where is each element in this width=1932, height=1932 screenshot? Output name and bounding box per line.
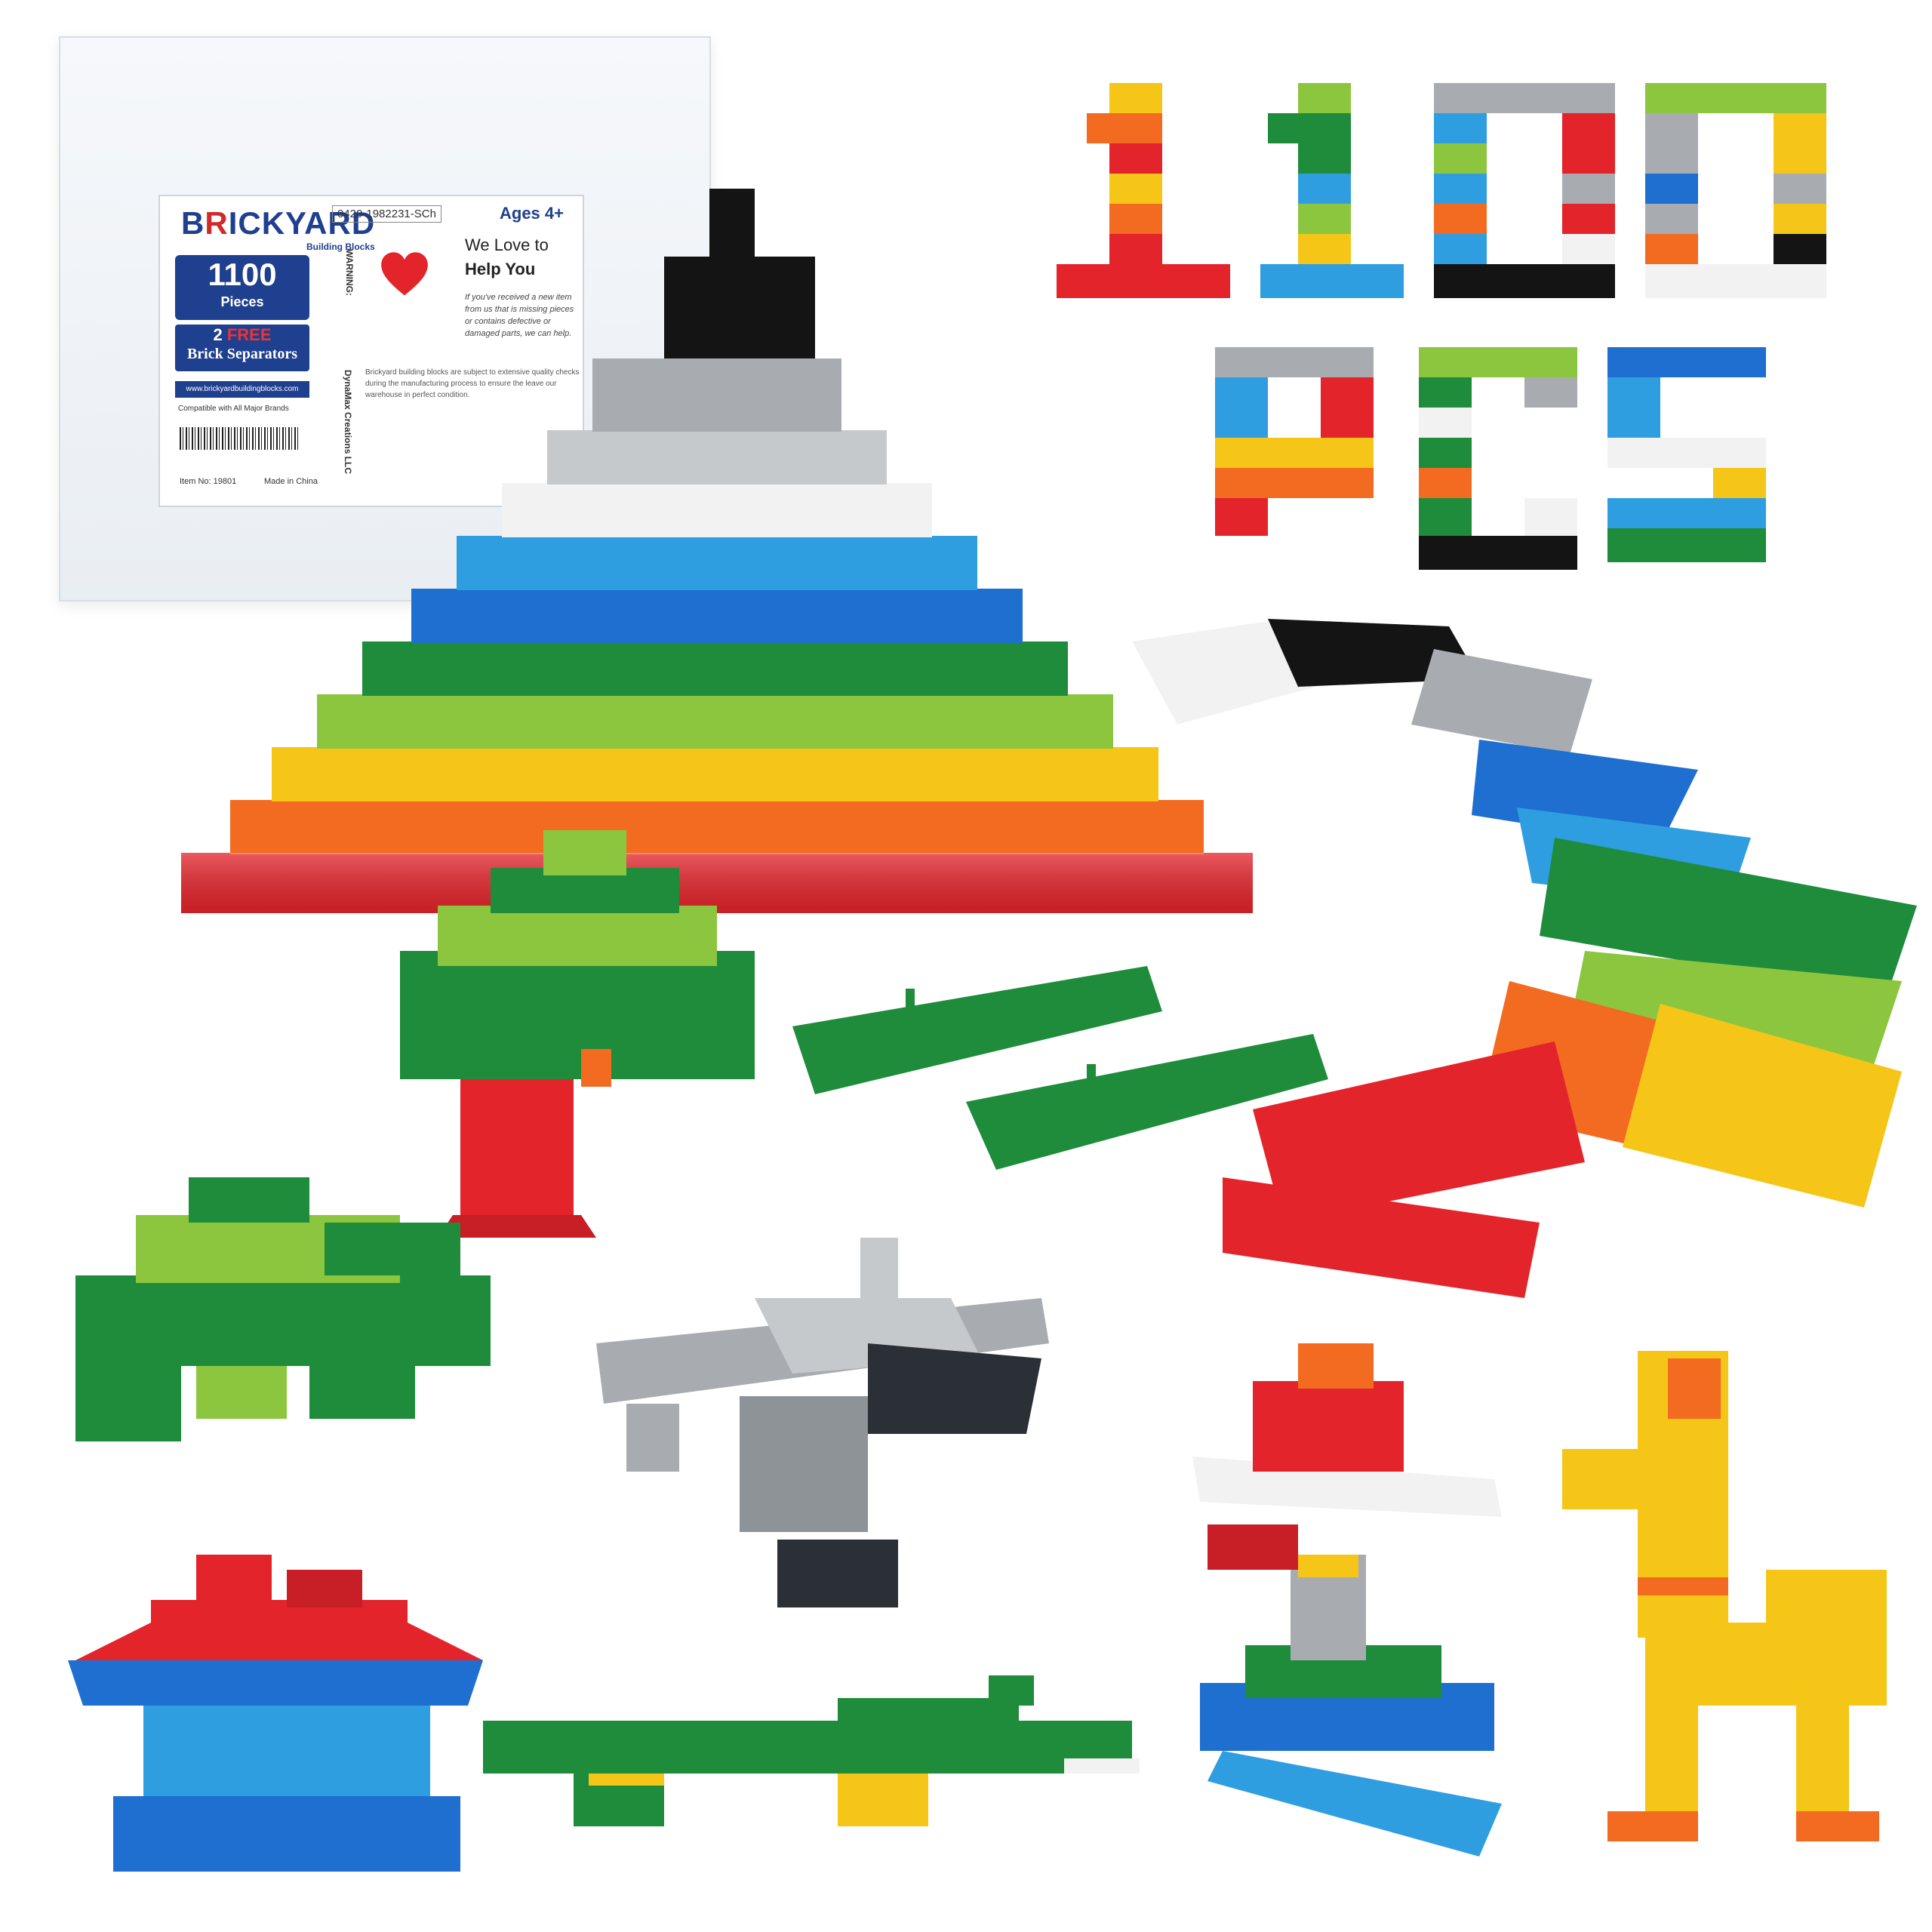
- windmill-model: [1192, 1343, 1502, 1857]
- airplane-model: [596, 1238, 1049, 1607]
- title-letter-s: [1607, 347, 1766, 562]
- crocodile-model: [483, 1675, 1140, 1826]
- brick-scene: [68, 83, 1917, 1872]
- title-digit-0b: [1645, 83, 1826, 298]
- title-letter-c: [1419, 347, 1577, 570]
- title-letter-p: [1215, 347, 1374, 536]
- title-digit-1a: [1057, 83, 1230, 298]
- brick-separators: [792, 966, 1328, 1170]
- title-digit-1b: [1260, 83, 1404, 298]
- loose-bricks-stream: [1132, 619, 1917, 1298]
- giraffe-model: [1562, 1351, 1887, 1841]
- turtle-model: [75, 1177, 491, 1441]
- title-1100-pcs: [1057, 83, 1826, 570]
- house-model: [68, 1555, 483, 1872]
- title-digit-0a: [1434, 83, 1615, 298]
